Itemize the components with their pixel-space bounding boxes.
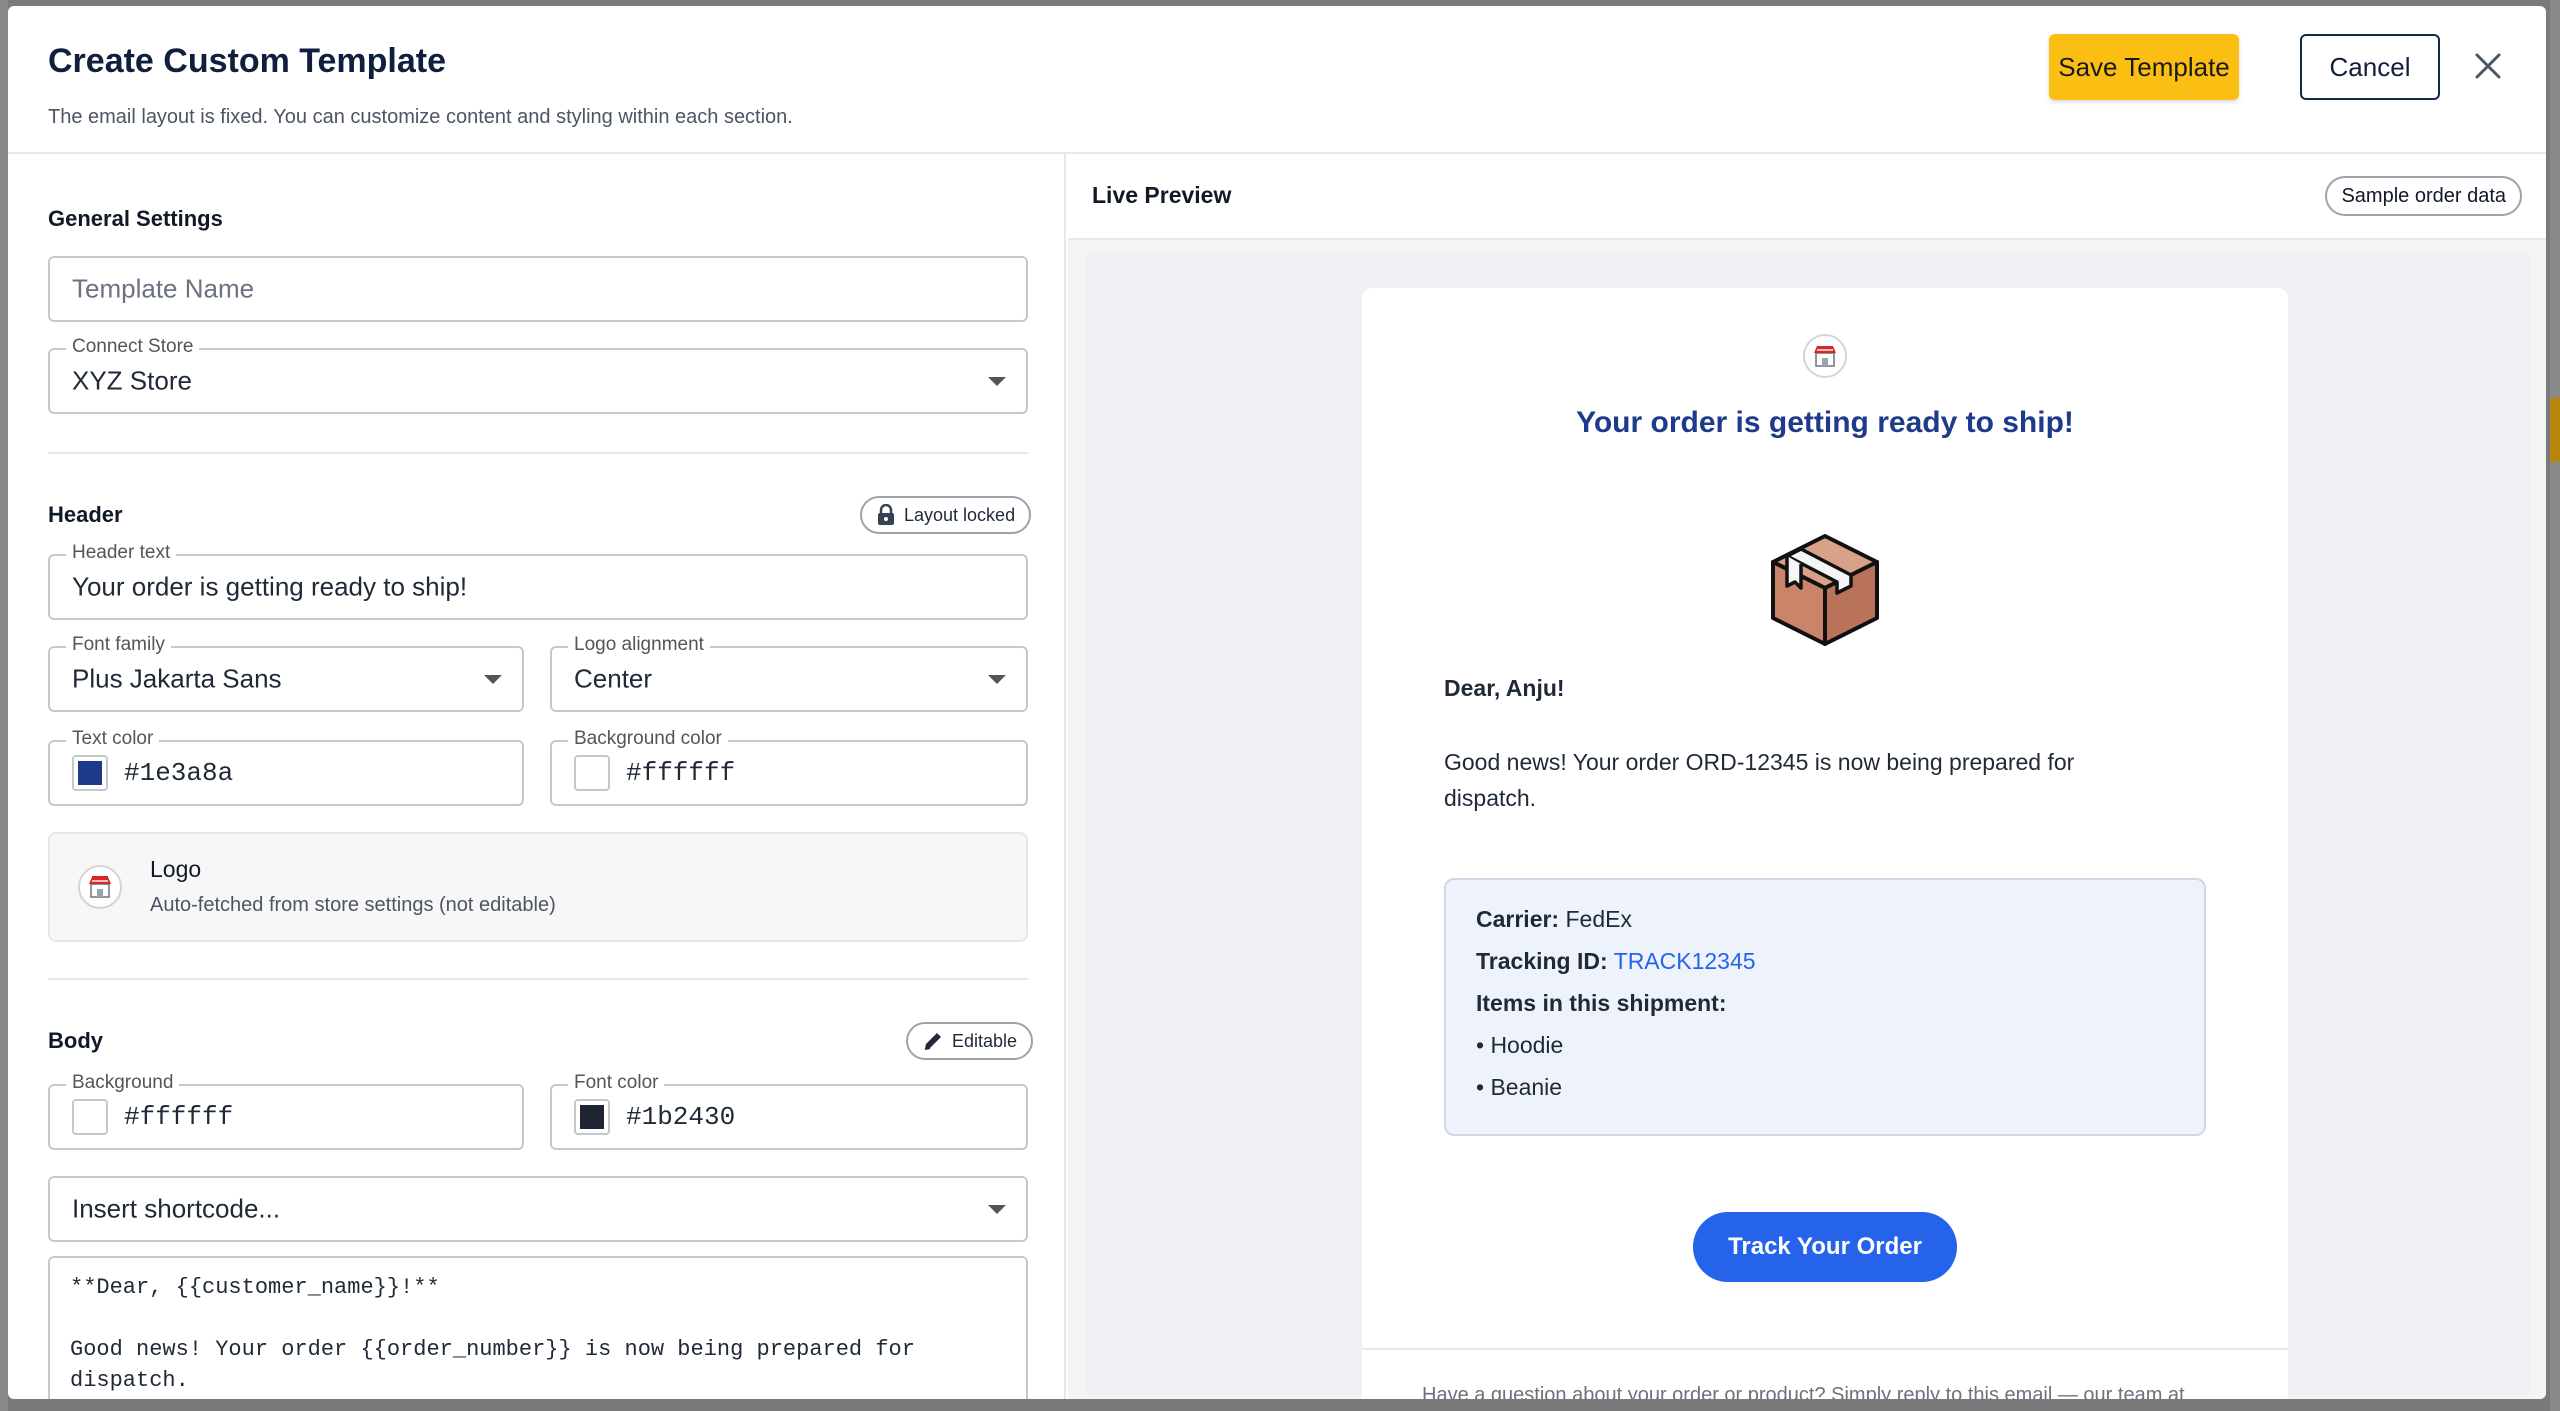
chevron-down-icon <box>988 675 1006 684</box>
body-background-swatch[interactable] <box>72 1099 108 1135</box>
modal-header: Create Custom Template The email layout … <box>8 6 2546 154</box>
connect-store-label: Connect Store <box>66 336 200 358</box>
layout-locked-badge: Layout locked <box>860 496 1032 534</box>
carrier-row: Carrier: FedEx <box>1476 906 1632 933</box>
font-color-swatch[interactable] <box>574 1099 610 1135</box>
tracking-link[interactable]: TRACK12345 <box>1614 948 1756 974</box>
email-preview: Your order is getting ready to ship! Dea… <box>1362 288 2288 1399</box>
background-color-input[interactable]: Background color #ffffff <box>550 728 1028 806</box>
divider <box>48 452 1028 454</box>
insert-shortcode-placeholder: Insert shortcode... <box>72 1193 281 1224</box>
divider <box>1362 1348 2288 1350</box>
logo-alignment-select[interactable]: Logo alignment Center <box>550 634 1028 712</box>
body-background-label: Background <box>66 1072 180 1094</box>
text-color-label: Text color <box>66 728 160 750</box>
track-order-button[interactable]: Track Your Order <box>1693 1212 1957 1282</box>
layout-locked-label: Layout locked <box>904 504 1016 525</box>
header-text-label: Header text <box>66 542 177 564</box>
text-color-swatch[interactable] <box>72 755 108 791</box>
email-message: Good news! Your order ORD-12345 is now b… <box>1444 749 2075 811</box>
logo-title: Logo <box>150 856 202 882</box>
store-logo-icon <box>78 865 122 909</box>
connect-store-value: XYZ Store <box>72 365 192 396</box>
font-family-select[interactable]: Font family Plus Jakarta Sans <box>48 634 524 712</box>
logo-alignment-label: Logo alignment <box>568 634 710 656</box>
font-family-label: Font family <box>66 634 171 656</box>
body-background-value: #ffffff <box>124 1102 234 1132</box>
preview-header: Live Preview Sample order data <box>1068 154 2546 240</box>
tracking-label: Tracking ID: <box>1476 948 1608 974</box>
shipment-details-box: Carrier: FedEx Tracking ID: TRACK12345 I… <box>1444 878 2206 1136</box>
modal-title: Create Custom Template <box>48 42 447 80</box>
header-text-value: Your order is getting ready to ship! <box>72 571 468 602</box>
background-color-value: #ffffff <box>626 758 736 788</box>
carrier-value: FedEx <box>1565 906 1632 932</box>
body-background-input[interactable]: Background #ffffff <box>48 1072 524 1150</box>
list-item: • Hoodie <box>1476 1032 1564 1058</box>
close-icon[interactable] <box>2458 36 2518 96</box>
body-content-textarea[interactable]: **Dear, {{customer_name}}!** Good news! … <box>48 1256 1028 1399</box>
save-template-button[interactable]: Save Template <box>2049 34 2239 100</box>
preview-canvas: Your order is getting ready to ship! Dea… <box>1086 254 2530 1399</box>
settings-panel: General Settings Template Name Connect S… <box>8 154 1066 1399</box>
insert-shortcode-select[interactable]: Insert shortcode... <box>48 1176 1028 1242</box>
background-color-label: Background color <box>568 728 728 750</box>
text-color-input[interactable]: Text color #1e3a8a <box>48 728 524 806</box>
package-icon <box>1771 534 1879 646</box>
live-preview-title: Live Preview <box>1092 182 1232 208</box>
tracking-row: Tracking ID: TRACK12345 <box>1476 948 1756 975</box>
divider <box>48 978 1028 980</box>
lock-icon <box>878 504 894 525</box>
body-section-title: Body <box>48 1028 103 1053</box>
general-settings-title: General Settings <box>48 206 223 231</box>
carrier-label: Carrier: <box>1476 906 1560 932</box>
chevron-down-icon <box>988 1205 1006 1214</box>
pencil-icon <box>924 1033 941 1050</box>
logo-alignment-value: Center <box>574 663 653 694</box>
store-logo-icon <box>1803 334 1847 378</box>
connect-store-select[interactable]: Connect Store XYZ Store <box>48 336 1028 414</box>
modal-subtitle: The email layout is fixed. You can custo… <box>48 106 793 128</box>
logo-info-box: Logo Auto-fetched from store settings (n… <box>48 832 1028 942</box>
email-greeting: Dear, Anju! <box>1444 675 1565 701</box>
background-color-swatch[interactable] <box>574 755 610 791</box>
font-color-input[interactable]: Font color #1b2430 <box>550 1072 1028 1150</box>
list-item: • Beanie <box>1476 1074 1563 1100</box>
sample-data-badge: Sample order data <box>2325 176 2522 216</box>
template-name-placeholder: Template Name <box>72 273 255 304</box>
text-color-value: #1e3a8a <box>124 758 234 788</box>
items-label: Items in this shipment: <box>1476 990 1727 1016</box>
create-template-modal: Create Custom Template The email layout … <box>8 6 2546 1399</box>
live-preview-panel: Live Preview Sample order data Your orde… <box>1068 154 2546 1399</box>
editable-badge: Editable <box>906 1022 1034 1060</box>
header-text-input[interactable]: Header text Your order is getting ready … <box>48 542 1028 620</box>
cancel-button[interactable]: Cancel <box>2300 34 2440 100</box>
chevron-down-icon <box>484 675 502 684</box>
font-color-label: Font color <box>568 1072 665 1094</box>
font-color-value: #1b2430 <box>626 1102 736 1132</box>
email-header-text: Your order is getting ready to ship! <box>1576 406 2074 439</box>
editable-label: Editable <box>952 1030 1018 1051</box>
email-footer-text: Have a question about your order or prod… <box>1422 1384 2185 1399</box>
logo-subtitle: Auto-fetched from store settings (not ed… <box>150 894 556 916</box>
template-name-input[interactable]: Template Name <box>48 256 1028 322</box>
font-family-value: Plus Jakarta Sans <box>72 663 282 694</box>
header-section-title: Header <box>48 502 123 527</box>
chevron-down-icon <box>988 377 1006 386</box>
